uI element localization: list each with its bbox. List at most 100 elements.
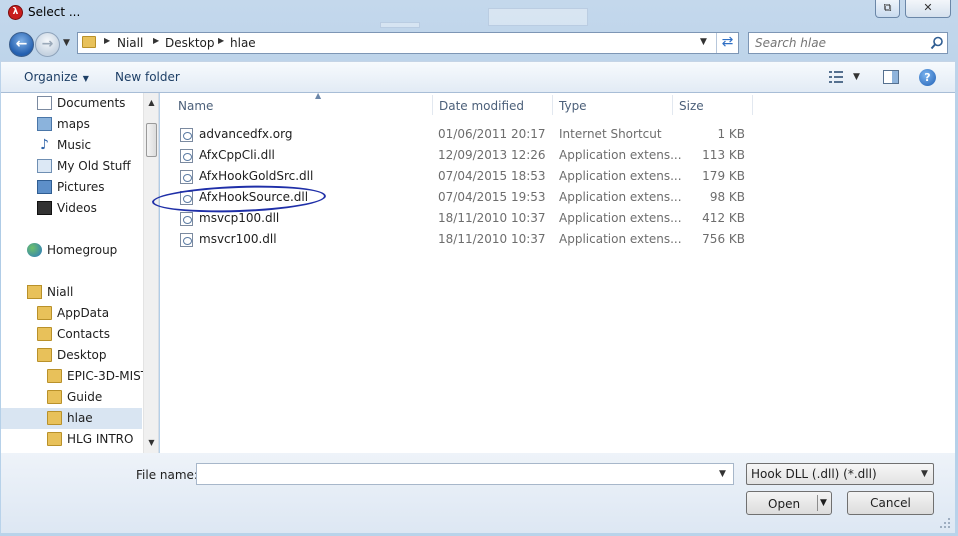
nav-item-label: Guide (67, 390, 103, 404)
file-list: ▲ Name Date modified Type Size advancedf… (160, 91, 955, 453)
nav-item-guide[interactable]: Guide (1, 387, 142, 408)
nav-item-label: Niall (47, 285, 74, 299)
nav-item-label: HLG INTRO (67, 432, 134, 446)
dll-file-icon (180, 149, 193, 163)
split-divider (817, 495, 818, 511)
nav-item-videos[interactable]: Videos (1, 198, 142, 219)
column-header-name[interactable]: ▲ Name (178, 91, 321, 117)
folder-icon (82, 36, 96, 48)
documents-icon (37, 96, 52, 110)
folder-icon (47, 432, 62, 446)
preview-pane-icon[interactable] (883, 70, 899, 84)
file-name-input[interactable] (201, 466, 701, 482)
nav-item-homegroup[interactable]: Homegroup (1, 240, 142, 261)
open-options-dropdown-icon[interactable]: ▼ (820, 498, 827, 508)
nav-item-desktop[interactable]: Desktop (1, 345, 142, 366)
file-row[interactable]: msvcr100.dll 18/11/2010 10:37 Applicatio… (160, 229, 760, 250)
open-button[interactable]: Open ▼ (746, 491, 832, 515)
scroll-up-icon[interactable]: ▲ (144, 95, 158, 111)
refresh-button[interactable]: ⇄ (716, 33, 738, 53)
nav-item-label: Contacts (57, 327, 110, 341)
folder-icon (47, 411, 62, 425)
nav-item-documents[interactable]: Documents (1, 93, 142, 114)
file-size: 113 KB (702, 148, 745, 162)
recent-pages-dropdown[interactable]: ▼ (63, 38, 70, 48)
breadcrumb-niall[interactable]: Niall (117, 36, 143, 50)
folder-icon (37, 327, 52, 341)
nav-item-label: Pictures (57, 180, 105, 194)
organize-button[interactable]: Organize ▼ (24, 70, 89, 84)
column-header-date[interactable]: Date modified (439, 93, 524, 117)
search-input[interactable] (755, 35, 925, 51)
help-icon[interactable]: ? (919, 69, 936, 86)
search-box[interactable] (748, 32, 948, 54)
column-divider[interactable] (672, 95, 673, 115)
file-date: 01/06/2011 20:17 (438, 127, 546, 141)
chevron-right-icon[interactable]: ▶ (104, 36, 110, 45)
nav-item-hlg-intro[interactable]: HLG INTRO (1, 429, 142, 450)
file-type-filter-select[interactable]: Hook DLL (.dll) (*.dll) ▼ (746, 463, 934, 485)
nav-item-contacts[interactable]: Contacts (1, 324, 142, 345)
forward-button[interactable]: → (35, 32, 60, 57)
nav-item-label: Desktop (57, 348, 107, 362)
close-button[interactable]: ✕ (905, 0, 951, 18)
scroll-down-icon[interactable]: ▼ (144, 435, 158, 451)
back-button[interactable]: ← (9, 32, 34, 57)
file-name: msvcr100.dll (199, 232, 277, 246)
background-window-ghost (488, 8, 588, 26)
file-row[interactable]: AfxCppCli.dll 12/09/2013 12:26 Applicati… (160, 145, 760, 166)
view-options-icon[interactable] (829, 71, 843, 83)
cancel-button[interactable]: Cancel (847, 491, 934, 515)
nav-item-appdata[interactable]: AppData (1, 303, 142, 324)
breadcrumb-desktop[interactable]: Desktop (165, 36, 215, 50)
nav-item-label: Homegroup (47, 243, 118, 257)
file-date: 18/11/2010 10:37 (438, 232, 546, 246)
column-header-size[interactable]: Size (679, 93, 704, 117)
nav-item-hlae[interactable]: hlae (1, 408, 142, 429)
file-name-combobox[interactable]: ▼ (196, 463, 734, 485)
address-history-dropdown[interactable]: ▼ (700, 37, 707, 47)
column-header-type[interactable]: Type (559, 93, 587, 117)
file-date: 12/09/2013 12:26 (438, 148, 546, 162)
search-icon[interactable] (930, 36, 944, 50)
dialog-footer: File name: ▼ Hook DLL (.dll) (*.dll) ▼ O… (1, 453, 955, 533)
file-date: 07/04/2015 19:53 (438, 190, 546, 204)
column-divider[interactable] (752, 95, 753, 115)
maps-icon (37, 117, 52, 131)
title-bar: λ Select ... ⧉ ✕ (0, 0, 958, 28)
nav-item-my-old-stuff[interactable]: My Old Stuff (1, 156, 142, 177)
homegroup-icon (27, 243, 42, 257)
address-bar[interactable]: ▶ Niall ▶ Desktop ▶ hlae (77, 32, 739, 54)
nav-item-music[interactable]: ♪ Music (1, 135, 142, 156)
nav-item-epic-3d-mist[interactable]: EPIC-3D-MIST (1, 366, 148, 387)
navigation-pane: Documents maps ♪ Music My Old Stuff Pict… (1, 93, 159, 453)
scrollbar-thumb[interactable] (146, 123, 157, 157)
chevron-right-icon[interactable]: ▶ (218, 36, 224, 45)
nav-scrollbar[interactable]: ▲ ▼ (143, 93, 158, 453)
nav-item-label: Documents (57, 96, 126, 110)
nav-item-niall[interactable]: Niall (1, 282, 142, 303)
organize-label: Organize (24, 70, 78, 84)
column-divider[interactable] (432, 95, 433, 115)
nav-item-pictures[interactable]: Pictures (1, 177, 142, 198)
folder-icon (47, 390, 62, 404)
user-folder-icon (27, 285, 42, 299)
file-type: Application extens... (559, 169, 682, 183)
view-dropdown[interactable]: ▼ (853, 72, 860, 82)
resize-grip-icon[interactable] (939, 517, 951, 529)
window-menu-button[interactable]: ⧉ (875, 0, 900, 18)
column-divider[interactable] (552, 95, 553, 115)
file-size: 1 KB (717, 127, 745, 141)
nav-item-maps[interactable]: maps (1, 114, 142, 135)
restore-icon: ⧉ (883, 1, 892, 14)
dll-file-icon (180, 170, 193, 184)
file-type: Application extens... (559, 190, 682, 204)
new-folder-button[interactable]: New folder (115, 70, 180, 84)
file-row[interactable]: AfxHookGoldSrc.dll 07/04/2015 18:53 Appl… (160, 166, 760, 187)
chevron-down-icon[interactable]: ▼ (719, 469, 726, 479)
chevron-right-icon[interactable]: ▶ (153, 36, 159, 45)
breadcrumb-hlae[interactable]: hlae (230, 36, 256, 50)
videos-icon (37, 201, 52, 215)
file-type: Application extens... (559, 148, 682, 162)
file-row[interactable]: advancedfx.org 01/06/2011 20:17 Internet… (160, 124, 760, 145)
